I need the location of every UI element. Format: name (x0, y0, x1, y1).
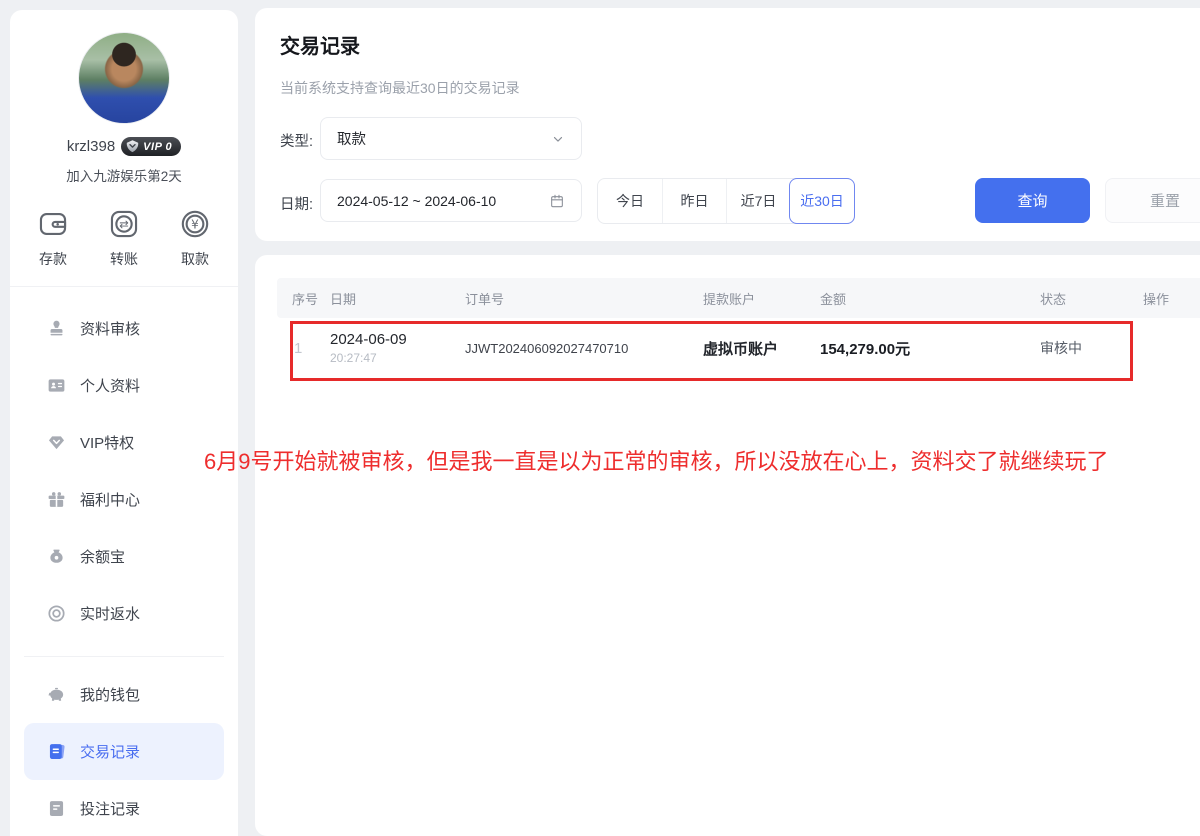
row-status: 审核中 (1040, 338, 1143, 358)
row-date: 2024-06-09 (330, 331, 465, 348)
deposit-label: 存款 (39, 249, 67, 269)
sidebar: krzl398 VIP 0 加入九游娱乐第2天 存款 (10, 10, 238, 836)
date-range-input[interactable]: 2024-05-12 ~ 2024-06-10 (320, 179, 582, 222)
reset-button[interactable]: 重置 (1105, 178, 1200, 223)
withdraw-icon: ¥ (178, 207, 212, 241)
col-header-index: 序号 (292, 289, 330, 308)
sidebar-item-yuebao[interactable]: 余额宝 (24, 528, 224, 585)
user-identity: krzl398 VIP 0 (10, 137, 238, 156)
quick-range-group: 今日 昨日 近7日 近30日 (597, 178, 855, 224)
withdraw-label: 取款 (181, 249, 209, 269)
sidebar-item-welfare[interactable]: 福利中心 (24, 471, 224, 528)
type-select[interactable]: 取款 (320, 117, 582, 160)
sidebar-item-wallet[interactable]: 我的钱包 (24, 666, 224, 723)
sidebar-item-label: 余额宝 (80, 546, 125, 567)
rebate-icon (46, 603, 67, 624)
username: krzl398 (67, 138, 115, 155)
transfer-button[interactable]: ⇄ 转账 (107, 207, 141, 269)
chevron-down-icon (551, 132, 565, 146)
page-title: 交易记录 (280, 30, 360, 59)
calendar-icon (549, 193, 565, 209)
search-button[interactable]: 查询 (975, 178, 1090, 223)
col-header-date: 日期 (330, 289, 465, 308)
sidebar-item-transactions[interactable]: 交易记录 (24, 723, 224, 780)
deposit-button[interactable]: 存款 (36, 207, 70, 269)
type-filter-label: 类型: (280, 130, 313, 151)
sidebar-item-vip[interactable]: VIP特权 (24, 414, 224, 471)
col-header-account: 提款账户 (703, 289, 820, 308)
avatar[interactable] (78, 32, 170, 124)
svg-text:¥: ¥ (191, 217, 199, 231)
sidebar-item-label: 交易记录 (80, 741, 140, 762)
withdraw-button[interactable]: ¥ 取款 (178, 207, 212, 269)
row-date-cell: 2024-06-09 20:27:47 (330, 331, 465, 365)
sidebar-item-audit[interactable]: 资料审核 (24, 300, 224, 357)
page-subtitle: 当前系统支持查询最近30日的交易记录 (280, 78, 520, 98)
filters-card: 交易记录 当前系统支持查询最近30日的交易记录 类型: 取款 日期: 2024-… (255, 8, 1200, 241)
sidebar-item-rebate[interactable]: 实时返水 (24, 585, 224, 642)
date-range-value: 2024-05-12 ~ 2024-06-10 (337, 193, 496, 209)
quick-range-30days[interactable]: 近30日 (789, 178, 855, 224)
date-filter-label: 日期: (280, 193, 313, 214)
bet-record-icon (46, 798, 67, 819)
row-account: 虚拟币账户 (703, 338, 820, 359)
vip-badge: VIP 0 (121, 137, 181, 156)
transfer-label: 转账 (110, 249, 138, 269)
id-card-icon (46, 375, 67, 396)
table-header-row: 序号 日期 订单号 提款账户 金额 状态 操作 (277, 278, 1200, 318)
row-amount: 154,279.00元 (820, 338, 1040, 359)
col-header-operation: 操作 (1143, 289, 1200, 308)
quick-range-today[interactable]: 今日 (598, 179, 662, 223)
sidebar-wallet-menu: 我的钱包 交易记录 投注记录 (10, 657, 238, 836)
type-select-value: 取款 (337, 128, 366, 149)
table-row: 1 2024-06-09 20:27:47 JJWT20240609202747… (277, 318, 1200, 378)
transfer-icon: ⇄ (107, 207, 141, 241)
quick-range-7days[interactable]: 近7日 (726, 179, 790, 223)
sidebar-item-bets[interactable]: 投注记录 (24, 780, 224, 836)
sidebar-item-profile[interactable]: 个人资料 (24, 357, 224, 414)
quick-actions: 存款 ⇄ 转账 ¥ 取款 (10, 207, 238, 269)
row-index: 1 (292, 340, 330, 357)
deposit-icon (36, 207, 70, 241)
sidebar-item-label: VIP特权 (80, 432, 134, 453)
join-duration-text: 加入九游娱乐第2天 (10, 165, 238, 185)
row-time: 20:27:47 (330, 351, 465, 365)
col-header-amount: 金额 (820, 289, 1040, 308)
sidebar-item-label: 个人资料 (80, 375, 140, 396)
svg-text:⇄: ⇄ (119, 217, 129, 231)
gift-icon (46, 489, 67, 510)
col-header-order: 订单号 (465, 289, 703, 308)
vip-diamond-icon (46, 432, 67, 453)
sidebar-item-label: 投注记录 (80, 798, 140, 819)
annotation-text: 6月9号开始就被审核，但是我一直是以为正常的审核，所以没放在心上，资料交了就继续… (204, 444, 1108, 476)
transaction-record-icon (46, 741, 67, 762)
quick-range-yesterday[interactable]: 昨日 (662, 179, 726, 223)
audit-stamp-icon (46, 318, 67, 339)
col-header-status: 状态 (1040, 289, 1143, 308)
money-pouch-icon (46, 546, 67, 567)
records-table-card: 序号 日期 订单号 提款账户 金额 状态 操作 1 2024-06-09 20:… (255, 255, 1200, 836)
piggy-bank-icon (46, 684, 67, 705)
vip-badge-label: VIP 0 (143, 141, 172, 153)
sidebar-item-label: 我的钱包 (80, 684, 140, 705)
sidebar-item-label: 资料审核 (80, 318, 140, 339)
sidebar-item-label: 福利中心 (80, 489, 140, 510)
row-order-no: JJWT202406092027470710 (465, 341, 703, 356)
sidebar-item-label: 实时返水 (80, 603, 140, 624)
vip-emblem-icon (125, 139, 140, 154)
